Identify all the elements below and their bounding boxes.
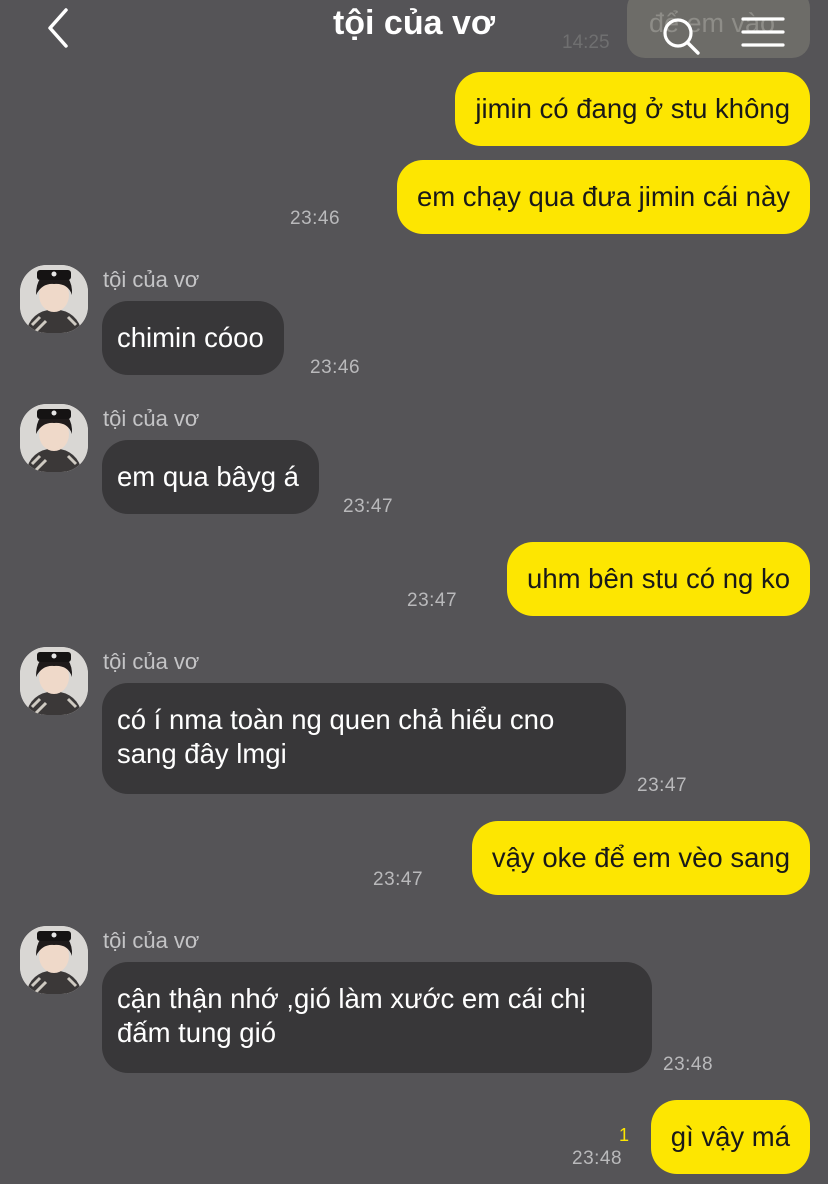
chat-title: tội của vơ: [332, 4, 496, 42]
message-time: 23:48: [572, 1148, 623, 1169]
message-time: 23:47: [407, 590, 458, 611]
menu-button[interactable]: [740, 15, 786, 51]
incoming-message-bubble[interactable]: có í nma toàn ng quen chả hiểu cno sang …: [102, 683, 626, 794]
message-text: em chạy qua đưa jimin cái này: [416, 181, 790, 212]
contact-avatar[interactable]: [20, 647, 88, 715]
contact-avatar[interactable]: [20, 265, 88, 333]
outgoing-message-bubble[interactable]: jimin có đang ở stu không: [455, 72, 810, 146]
outgoing-message-bubble[interactable]: uhm bên stu có ng ko: [507, 542, 810, 616]
back-button[interactable]: [40, 6, 80, 50]
message-text-line: sang đây lmgi: [117, 738, 287, 769]
outgoing-message-bubble[interactable]: gì vậy má: [650, 1100, 810, 1174]
search-icon: [663, 18, 700, 55]
message-time: 23:47: [373, 869, 424, 890]
message-time: 23:48: [663, 1054, 714, 1075]
message-text: vậy oke để em vèo sang: [491, 842, 790, 873]
message-time: 23:47: [637, 775, 688, 796]
sender-name: tội của vơ: [103, 649, 200, 674]
message-text-line: có í nma toàn ng quen chả hiểu cno: [117, 704, 555, 735]
profile-photo-icon: [20, 404, 88, 472]
message-text: em qua bâyg á: [117, 461, 299, 492]
outgoing-message-bubble[interactable]: vậy oke để em vèo sang: [471, 821, 810, 895]
hamburger-menu-icon: [741, 17, 785, 47]
profile-photo-icon: [20, 926, 88, 994]
message-text-line: cận thận nhớ ,gió làm xước em cái chị: [117, 983, 586, 1014]
message-text: uhm bên stu có ng ko: [527, 563, 790, 594]
message-text: gì vậy má: [670, 1121, 790, 1152]
search-button[interactable]: [660, 15, 702, 57]
incoming-message-bubble[interactable]: chimin cóoo: [102, 301, 284, 375]
message-text: jimin có đang ở stu không: [475, 93, 790, 124]
contact-avatar[interactable]: [20, 926, 88, 994]
profile-photo-icon: [20, 265, 88, 333]
chevron-left-icon: [48, 8, 68, 48]
sender-name: tội của vơ: [103, 928, 200, 953]
profile-photo-icon: [20, 647, 88, 715]
message-text-line: đấm tung gió: [117, 1017, 276, 1048]
message-time: 23:46: [310, 357, 361, 378]
contact-avatar[interactable]: [20, 404, 88, 472]
message-time: 23:47: [343, 496, 394, 517]
unread-count: 1: [619, 1125, 630, 1145]
message-time: 23:46: [290, 208, 341, 229]
incoming-message-bubble[interactable]: em qua bâyg á: [102, 440, 319, 514]
outgoing-message-bubble[interactable]: em chạy qua đưa jimin cái này: [396, 160, 810, 234]
incoming-message-bubble[interactable]: cận thận nhớ ,gió làm xước em cái chị đấ…: [102, 962, 652, 1073]
sender-name: tội của vơ: [103, 406, 200, 431]
message-text: chimin cóoo: [117, 322, 264, 353]
sender-name: tội của vơ: [103, 267, 200, 292]
